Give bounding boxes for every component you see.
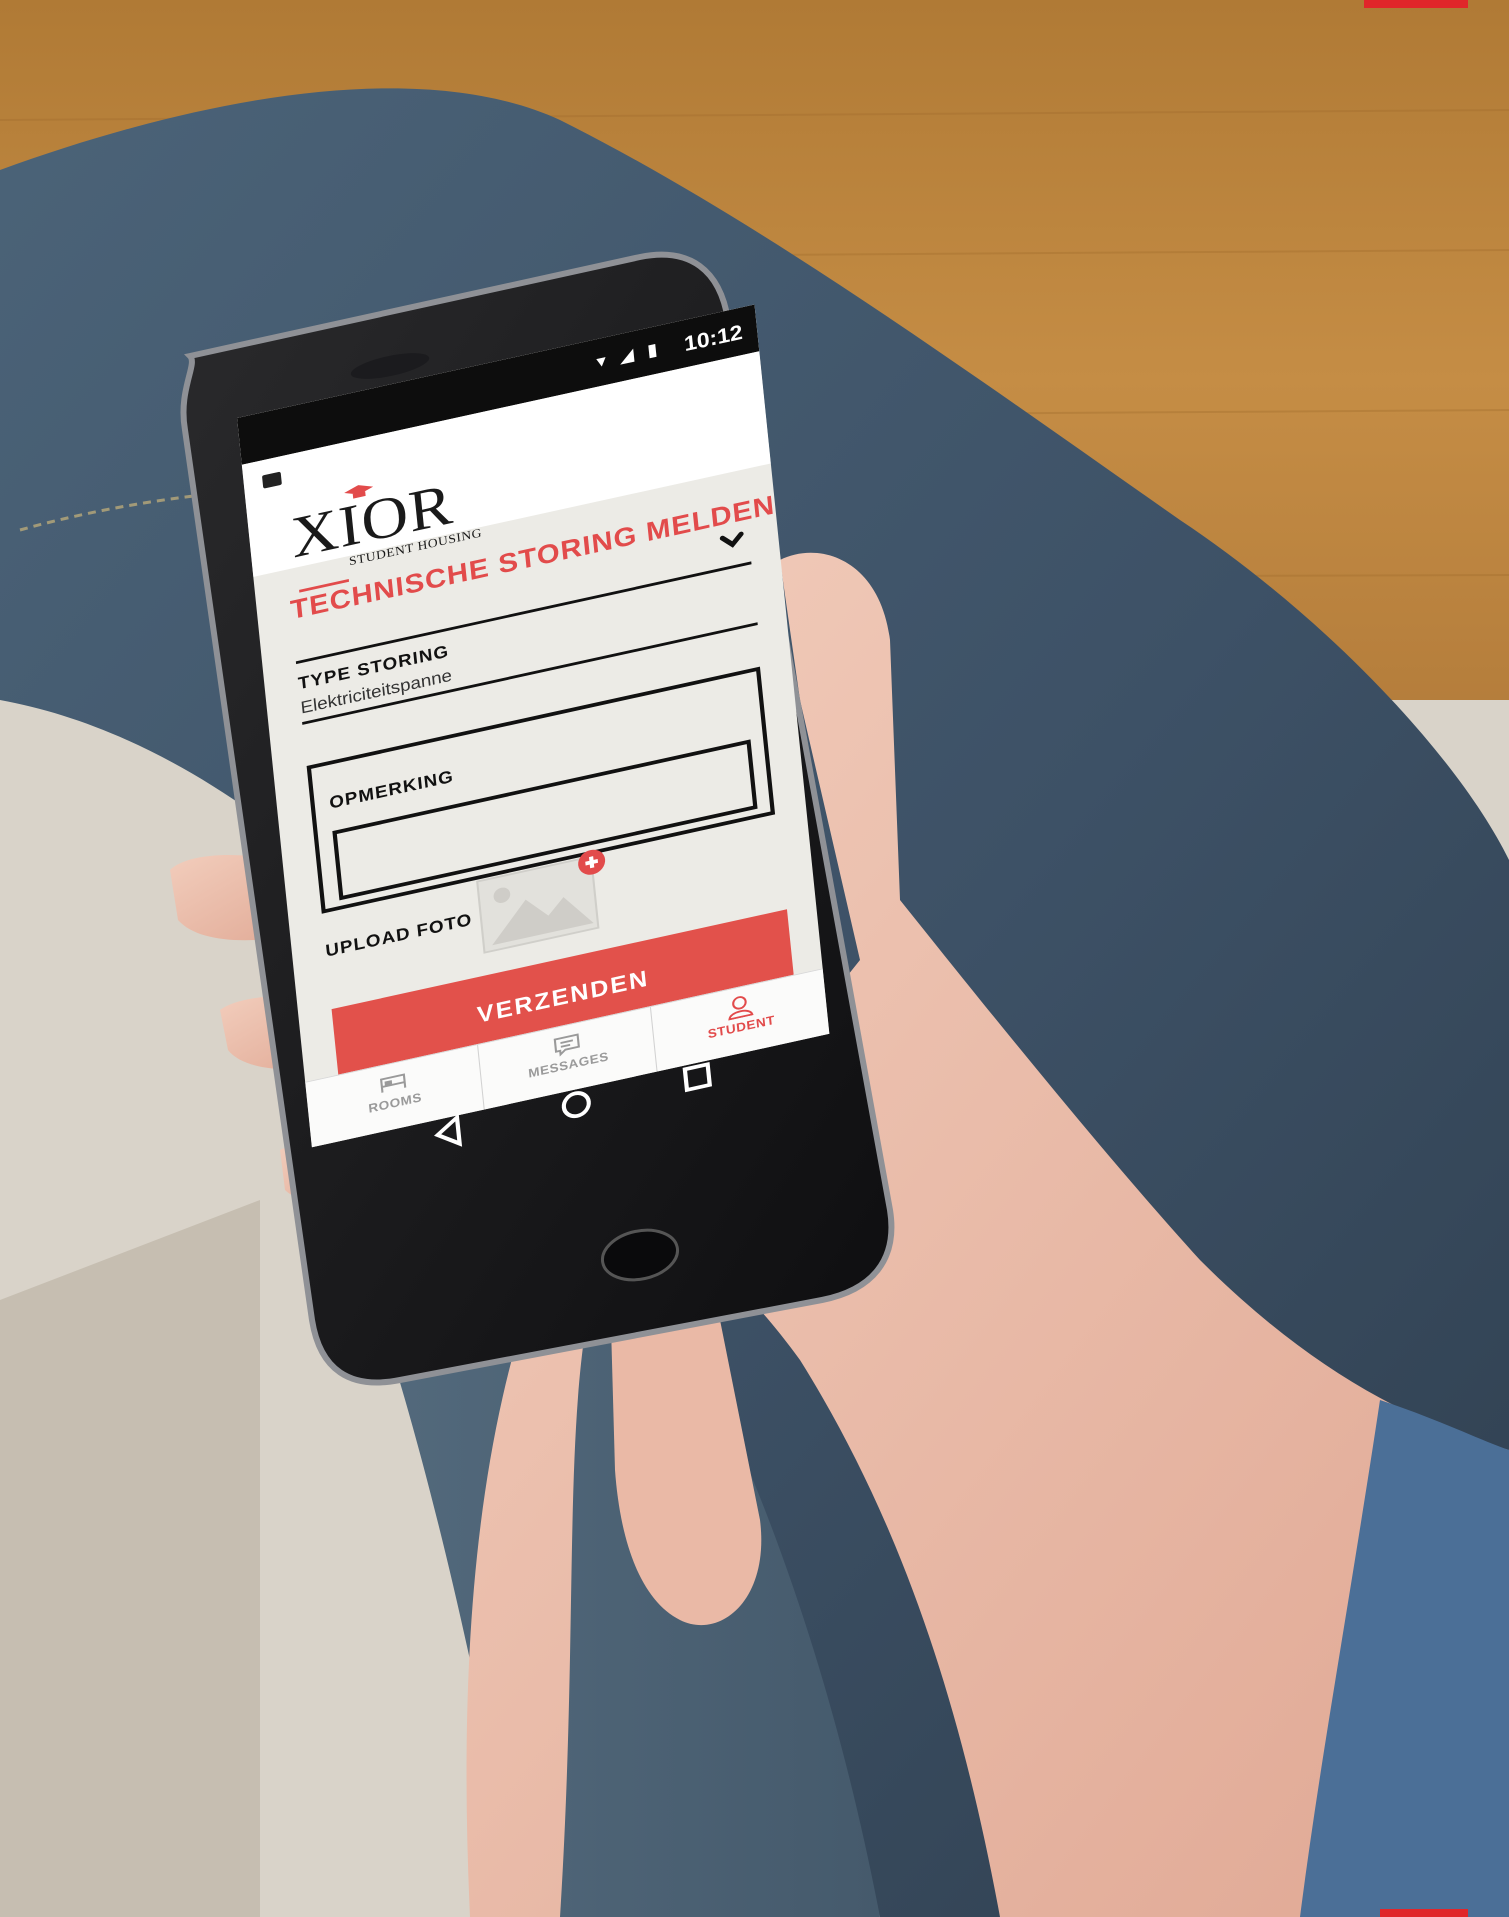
recents-icon[interactable]	[682, 1062, 713, 1093]
back-icon[interactable]	[434, 1113, 463, 1148]
nav-buttons-overlay	[434, 1062, 713, 1148]
home-icon[interactable]	[561, 1091, 591, 1119]
